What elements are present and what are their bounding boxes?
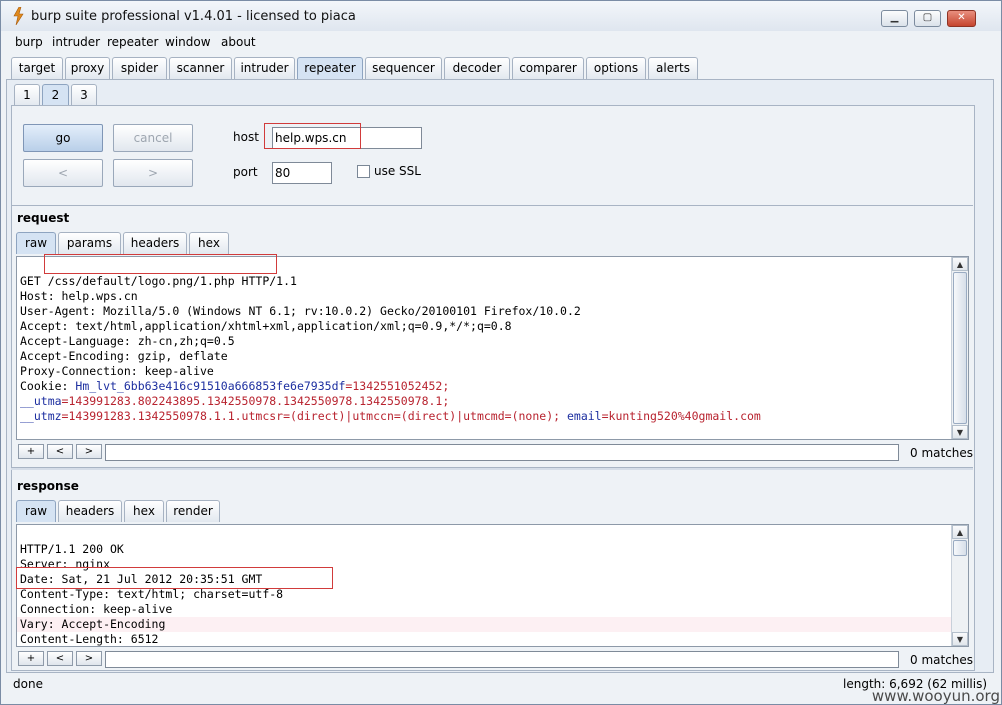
cookie-name: Hm_lvt_6bb63e416c91510a666853fe6e7935df bbox=[75, 379, 346, 393]
tab-target[interactable]: target bbox=[11, 57, 63, 79]
scroll-up-icon[interactable]: ▲ bbox=[952, 525, 968, 539]
response-search-input[interactable] bbox=[105, 651, 899, 668]
response-line: HTTP/1.1 200 OK bbox=[20, 542, 124, 556]
request-scrollbar[interactable]: ▲ ▼ bbox=[951, 257, 968, 439]
request-line: User-Agent: Mozilla/5.0 (Windows NT 6.1;… bbox=[20, 304, 581, 318]
request-search-next-button[interactable]: > bbox=[76, 444, 102, 459]
tab-sequencer[interactable]: sequencer bbox=[365, 57, 442, 79]
response-title: response bbox=[17, 479, 79, 493]
status-bar: done length: 6,692 (62 millis) bbox=[1, 675, 1001, 695]
go-button[interactable]: go bbox=[23, 124, 103, 152]
response-tab-raw[interactable]: raw bbox=[16, 500, 56, 522]
scroll-down-icon[interactable]: ▼ bbox=[952, 632, 968, 646]
maximize-button[interactable]: ▢ bbox=[914, 10, 941, 27]
port-label: port bbox=[233, 165, 258, 179]
scroll-down-icon[interactable]: ▼ bbox=[952, 425, 968, 439]
response-search-next-button[interactable]: > bbox=[76, 651, 102, 666]
status-text: done bbox=[13, 677, 43, 691]
divider bbox=[11, 205, 973, 206]
cookie-name: __utmz bbox=[20, 409, 62, 423]
response-line: Vary: Accept-Encoding bbox=[20, 617, 166, 631]
scroll-thumb[interactable] bbox=[953, 540, 967, 556]
content-type-highlight-box bbox=[16, 567, 333, 589]
scroll-thumb[interactable] bbox=[953, 272, 967, 424]
tab-decoder[interactable]: decoder bbox=[444, 57, 510, 79]
request-tabs: raw params headers hex bbox=[1, 232, 301, 254]
request-search-input[interactable] bbox=[105, 444, 899, 461]
split-divider[interactable] bbox=[11, 467, 973, 470]
minimize-button[interactable]: ▁ bbox=[881, 10, 908, 27]
burp-logo-icon bbox=[13, 7, 24, 25]
sub-tab-2[interactable]: 2 bbox=[42, 84, 69, 106]
response-tab-headers[interactable]: headers bbox=[58, 500, 122, 522]
request-tab-params[interactable]: params bbox=[58, 232, 121, 254]
use-ssl-label: use SSL bbox=[374, 164, 421, 178]
cancel-button[interactable]: cancel bbox=[113, 124, 193, 152]
cookie-label: Cookie: bbox=[20, 379, 76, 393]
request-line: Accept-Encoding: gzip, deflate bbox=[20, 349, 228, 363]
cookie-value: =kunting520%40gmail.com bbox=[601, 409, 761, 423]
watermark: www.wooyun.org bbox=[871, 687, 1000, 705]
tab-intruder[interactable]: intruder bbox=[234, 57, 295, 79]
menu-about[interactable]: about bbox=[221, 35, 256, 49]
request-line: GET /css/default/logo.png/1.php HTTP/1.1 bbox=[20, 274, 297, 288]
response-search-plus-button[interactable]: + bbox=[18, 651, 44, 666]
request-line: Proxy-Connection: keep-alive bbox=[20, 364, 214, 378]
scroll-up-icon[interactable]: ▲ bbox=[952, 257, 968, 271]
sub-tab-1[interactable]: 1 bbox=[14, 84, 40, 106]
host-highlight-box bbox=[264, 123, 361, 149]
response-line: Connection: keep-alive bbox=[20, 602, 173, 616]
cookie-name: __utma bbox=[20, 394, 62, 408]
response-scrollbar[interactable]: ▲ ▼ bbox=[951, 525, 968, 646]
menu-bar: burp intruder repeater window about bbox=[1, 31, 1001, 53]
response-tab-hex[interactable]: hex bbox=[124, 500, 164, 522]
main-tabs: target proxy spider scanner intruder rep… bbox=[1, 57, 1001, 81]
request-matches-count: 0 matches bbox=[910, 446, 974, 460]
request-line: Host: help.wps.cn bbox=[20, 289, 138, 303]
request-line: Accept-Language: zh-cn,zh;q=0.5 bbox=[20, 334, 235, 348]
request-tab-headers[interactable]: headers bbox=[123, 232, 187, 254]
response-line: Content-Type: text/html; charset=utf-8 bbox=[20, 587, 284, 601]
title-bar: burp suite professional v1.4.01 - licens… bbox=[1, 1, 1001, 31]
request-line: Accept: text/html,application/xhtml+xml,… bbox=[20, 319, 512, 333]
port-input[interactable]: 80 bbox=[272, 162, 332, 184]
request-tab-raw[interactable]: raw bbox=[16, 232, 56, 254]
window-title: burp suite professional v1.4.01 - licens… bbox=[31, 9, 356, 24]
cookie-value: =143991283.1342550978.1.1.utmcsr=(direct… bbox=[61, 409, 561, 423]
menu-repeater[interactable]: repeater bbox=[107, 35, 158, 49]
tab-options[interactable]: options bbox=[586, 57, 646, 79]
burp-window: burp suite professional v1.4.01 - licens… bbox=[0, 0, 1002, 705]
sub-tab-3[interactable]: 3 bbox=[71, 84, 97, 106]
tab-alerts[interactable]: alerts bbox=[648, 57, 698, 79]
response-tabs: raw headers hex render bbox=[1, 500, 301, 522]
request-title: request bbox=[17, 211, 70, 225]
use-ssl-checkbox[interactable] bbox=[357, 165, 370, 178]
back-button[interactable]: < bbox=[23, 159, 103, 187]
response-tab-render[interactable]: render bbox=[166, 500, 220, 522]
request-search-plus-button[interactable]: + bbox=[18, 444, 44, 459]
request-path-highlight-box bbox=[44, 254, 277, 274]
response-search-prev-button[interactable]: < bbox=[47, 651, 73, 666]
response-line: Content-Length: 6512 bbox=[20, 632, 159, 646]
request-search-prev-button[interactable]: < bbox=[47, 444, 73, 459]
request-editor[interactable]: GET /css/default/logo.png/1.php HTTP/1.1… bbox=[16, 256, 969, 440]
host-label: host bbox=[233, 130, 259, 144]
menu-intruder[interactable]: intruder bbox=[52, 35, 100, 49]
tab-repeater[interactable]: repeater bbox=[297, 57, 363, 79]
cookie-name: email bbox=[560, 409, 602, 423]
tab-spider[interactable]: spider bbox=[112, 57, 167, 79]
tab-scanner[interactable]: scanner bbox=[169, 57, 232, 79]
request-text: GET /css/default/logo.png/1.php HTTP/1.1… bbox=[20, 259, 761, 424]
menu-burp[interactable]: burp bbox=[15, 35, 43, 49]
tab-proxy[interactable]: proxy bbox=[65, 57, 110, 79]
cookie-value: =1342551052452; bbox=[345, 379, 450, 393]
close-button[interactable]: ✕ bbox=[947, 10, 976, 27]
tab-comparer[interactable]: comparer bbox=[512, 57, 584, 79]
forward-button[interactable]: > bbox=[113, 159, 193, 187]
request-tab-hex[interactable]: hex bbox=[189, 232, 229, 254]
response-matches-count: 0 matches bbox=[910, 653, 974, 667]
cookie-value: =143991283.802243895.1342550978.13425509… bbox=[61, 394, 450, 408]
menu-window[interactable]: window bbox=[165, 35, 211, 49]
